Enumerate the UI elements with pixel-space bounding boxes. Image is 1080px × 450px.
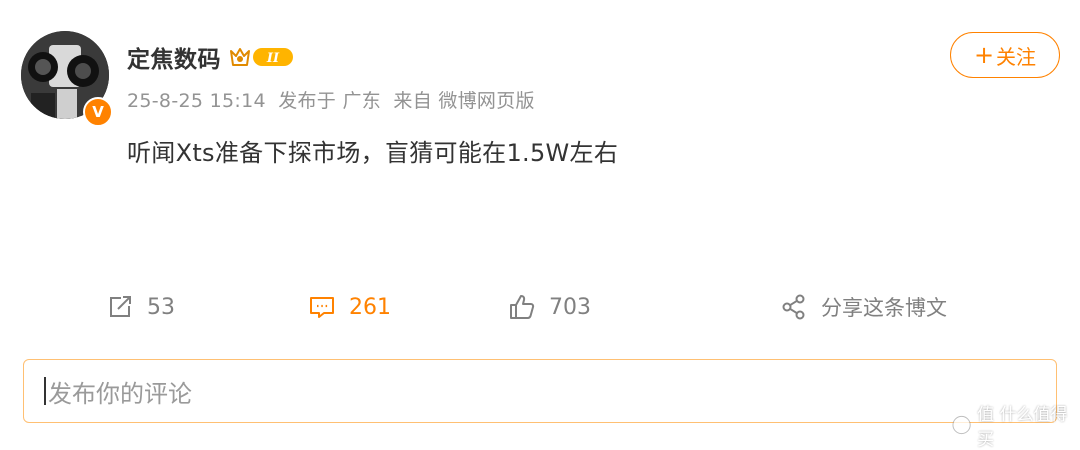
post-source: 来自 微博网页版 [393,90,535,112]
comment-count: 261 [349,294,391,320]
watermark: 值 什么值得买 [952,400,1080,450]
follow-label: 关注 [996,44,1037,69]
follow-button[interactable]: + 关注 [950,32,1060,78]
weibo-post: V 定焦数码 II 25-8-25 15:14 发布于 广东 来自 微博网页版 … [0,0,1080,450]
comment-placeholder: 发布你的评论 [48,379,192,408]
post-content: 听闻Xts准备下探市场，盲猜可能在1.5W左右 [127,139,619,167]
post-time[interactable]: 25-8-25 15:14 [127,90,266,112]
username[interactable]: 定焦数码 [127,40,221,74]
comment-icon [310,297,334,318]
watermark-text: 值 什么值得买 [977,405,1068,450]
like-button[interactable]: 703 [507,285,591,329]
comment-button[interactable]: 261 [307,285,391,329]
post-meta: 25-8-25 15:14 发布于 广东 来自 微博网页版 [127,86,541,113]
member-level: II [266,51,280,66]
member-crown-icon[interactable]: II [229,44,295,70]
text-caret [44,377,46,405]
watermark-logo-icon [952,415,971,435]
username-row: 定焦数码 II [127,40,295,74]
like-icon [510,295,535,319]
repost-icon [110,296,131,317]
share-label: 分享这条博文 [821,296,947,320]
like-count: 703 [549,294,591,320]
share-button[interactable]: 分享这条博文 [779,285,947,329]
verified-icon: V [83,97,113,127]
plus-icon: + [973,41,995,69]
avatar[interactable]: V [21,31,113,127]
repost-count: 53 [147,294,175,320]
comment-input[interactable]: 发布你的评论 [23,359,1057,423]
share-icon [782,294,805,320]
action-bar: 53 261 703 分享这条博文 [0,285,1080,329]
post-location: 发布于 广东 [278,90,382,112]
repost-button[interactable]: 53 [105,285,175,329]
